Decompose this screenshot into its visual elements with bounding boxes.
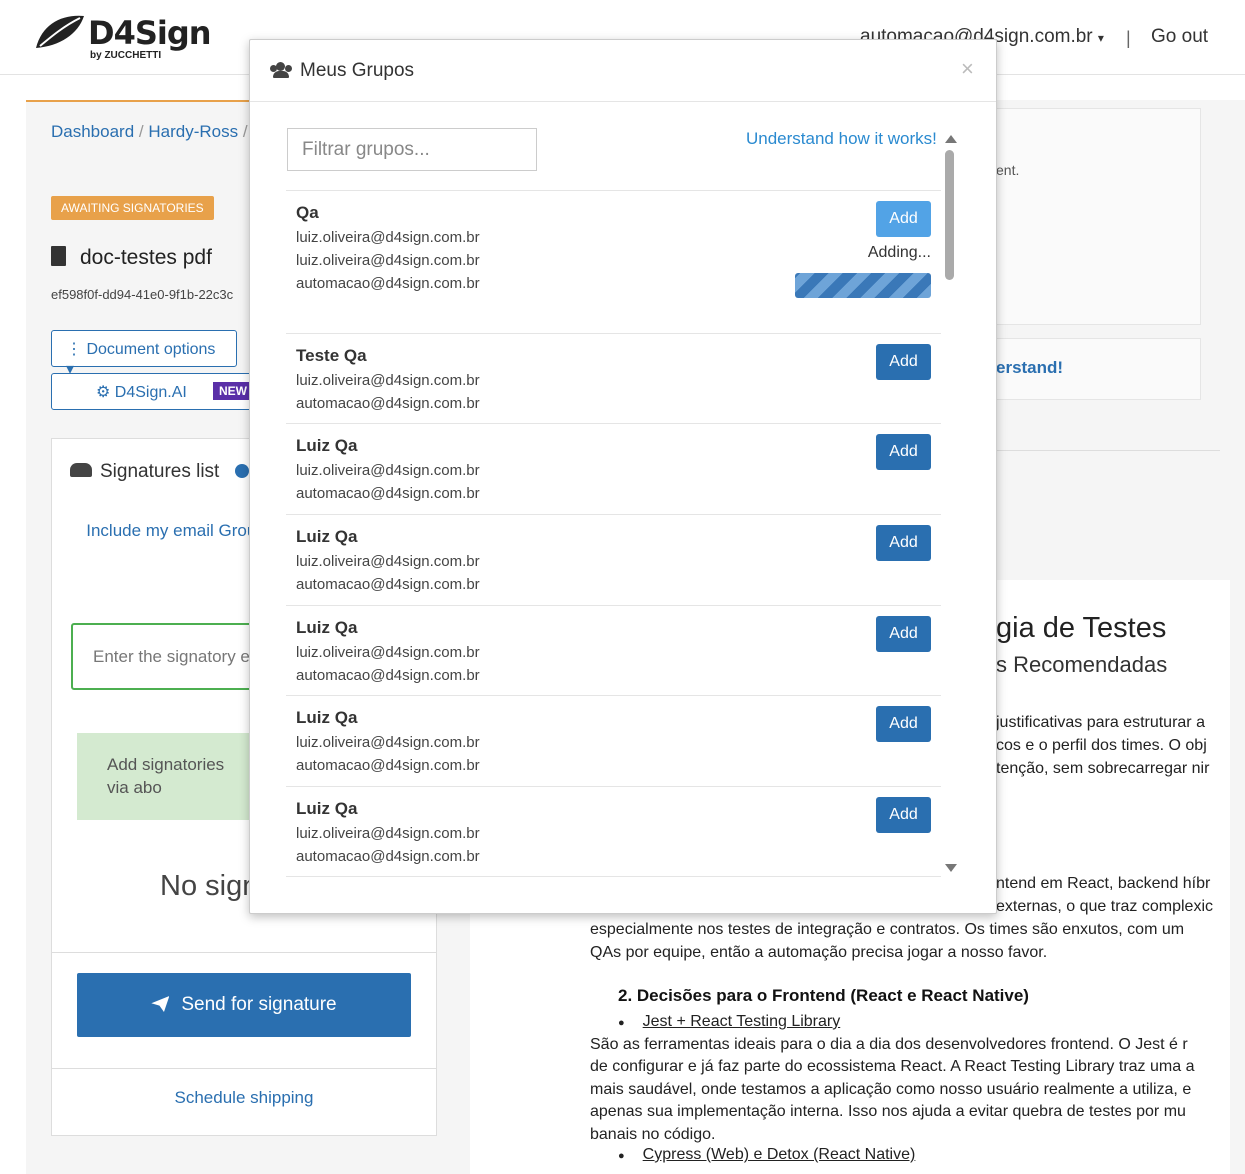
breadcrumb-separator: / bbox=[242, 122, 248, 141]
document-subheading: s Recomendadas bbox=[996, 652, 1168, 677]
send-for-signature-button[interactable]: Send for signature bbox=[77, 973, 411, 1037]
list-item: Qa luiz.oliveira@d4sign.com.br luiz.oliv… bbox=[286, 190, 941, 333]
group-email: luiz.oliveira@d4sign.com.br bbox=[296, 553, 480, 570]
document-paragraph: especialmente nos testes de integração e… bbox=[590, 921, 1185, 961]
group-list: Qa luiz.oliveira@d4sign.com.br luiz.oliv… bbox=[286, 190, 941, 877]
document-heading: gia de Testes bbox=[996, 612, 1167, 644]
document-bullet: ● Cypress (Web) e Detox (React Native) bbox=[618, 1146, 916, 1163]
document-paragraph: São as ferramentas ideais para o dia a d… bbox=[590, 1036, 1195, 1143]
signatory-email-input[interactable]: Enter the signatory e bbox=[71, 623, 261, 690]
group-email: luiz.oliveira@d4sign.com.br bbox=[296, 252, 480, 269]
bullet-icon: ● bbox=[618, 1150, 625, 1162]
divider bbox=[52, 1068, 436, 1069]
play-icon[interactable] bbox=[234, 464, 249, 478]
add-group-button[interactable]: Add bbox=[876, 434, 931, 470]
signatures-title: Signatures list bbox=[70, 461, 249, 483]
document-bullet: ● Jest + React Testing Library bbox=[618, 1013, 841, 1030]
new-badge: NEW bbox=[213, 382, 253, 400]
add-signatories-hint: Add signatories via abo bbox=[77, 733, 257, 820]
add-group-button[interactable]: Add bbox=[876, 616, 931, 652]
group-email: luiz.oliveira@d4sign.com.br bbox=[296, 229, 480, 246]
group-email: luiz.oliveira@d4sign.com.br bbox=[296, 734, 480, 751]
group-email: luiz.oliveira@d4sign.com.br bbox=[296, 644, 480, 661]
close-icon[interactable]: × bbox=[961, 56, 974, 82]
divider bbox=[980, 450, 1220, 451]
scrollbar-thumb[interactable] bbox=[945, 150, 954, 280]
document-text-line: tenção, sem sobrecarregar nir bbox=[996, 760, 1210, 777]
group-name: Luiz Qa bbox=[296, 436, 358, 455]
add-group-button[interactable]: Add bbox=[876, 525, 931, 561]
group-email: luiz.oliveira@d4sign.com.br bbox=[296, 372, 480, 389]
breadcrumb: Dashboard / Hardy-Ross / bbox=[51, 122, 248, 142]
document-text-line: cos e o perfil dos times. O obj bbox=[996, 737, 1207, 754]
d4sign-logo[interactable]: D4Sign by ZUCCHETTI bbox=[34, 12, 214, 64]
add-group-button[interactable]: Add bbox=[876, 706, 931, 742]
leaf-logo-icon bbox=[36, 15, 84, 48]
list-item: Teste Qa luiz.oliveira@d4sign.com.br aut… bbox=[286, 333, 941, 423]
filter-groups-input[interactable] bbox=[287, 128, 537, 171]
breadcrumb-folder[interactable]: Hardy-Ross bbox=[148, 122, 238, 141]
adding-status: Adding... bbox=[867, 244, 931, 261]
document-text-line: externas, o que traz complexic bbox=[996, 898, 1213, 915]
document-text-line: ntend em React, backend híbr bbox=[996, 875, 1211, 892]
add-group-button[interactable]: Add bbox=[876, 344, 931, 380]
list-item: Luiz Qa luiz.oliveira@d4sign.com.br auto… bbox=[286, 514, 941, 605]
list-item: Luiz Qa luiz.oliveira@d4sign.com.br auto… bbox=[286, 695, 941, 786]
kebab-icon: ⋮ bbox=[66, 341, 87, 358]
breadcrumb-separator: / bbox=[138, 122, 144, 141]
group-email: luiz.oliveira@d4sign.com.br bbox=[296, 825, 480, 842]
group-email: automacao@d4sign.com.br bbox=[296, 576, 480, 593]
group-name: Luiz Qa bbox=[296, 618, 358, 637]
progress-bar bbox=[795, 273, 931, 298]
add-group-button[interactable]: Add bbox=[876, 201, 931, 237]
info-card bbox=[980, 108, 1201, 325]
no-signatories-text: No sign bbox=[160, 870, 259, 902]
list-item: Luiz Qa luiz.oliveira@d4sign.com.br auto… bbox=[286, 605, 941, 695]
nav-separator: | bbox=[1126, 28, 1131, 48]
divider bbox=[52, 952, 436, 953]
paper-plane-icon bbox=[151, 996, 170, 1012]
bullet-icon: ● bbox=[618, 1017, 625, 1029]
breadcrumb-dashboard[interactable]: Dashboard bbox=[51, 122, 134, 141]
scroll-down-arrow-icon[interactable] bbox=[945, 864, 957, 872]
group-name: Luiz Qa bbox=[296, 708, 358, 727]
group-email: automacao@d4sign.com.br bbox=[296, 395, 480, 412]
document-options-button[interactable]: ⋮ Document options ▾ bbox=[51, 330, 237, 378]
my-groups-modal: Meus Grupos × Understand how it works! Q… bbox=[249, 39, 997, 914]
brain-icon: ⚙ bbox=[96, 384, 115, 401]
logo-subtitle: by ZUCCHETTI bbox=[90, 50, 162, 61]
document-title: doc-testes pdf bbox=[51, 246, 212, 270]
users-icon bbox=[270, 62, 292, 78]
status-badge: AWAITING SIGNATORIES bbox=[51, 196, 214, 220]
understand-link[interactable]: erstand! bbox=[996, 358, 1063, 378]
document-text-line: justificativas para estruturar a bbox=[996, 714, 1205, 731]
scroll-up-arrow-icon[interactable] bbox=[945, 135, 957, 143]
group-email: automacao@d4sign.com.br bbox=[296, 667, 480, 684]
group-name: Luiz Qa bbox=[296, 799, 358, 818]
info-text: ent. bbox=[996, 162, 1020, 178]
caret-down-icon: ▾ bbox=[1097, 31, 1104, 45]
users-icon bbox=[70, 463, 92, 477]
understand-how-it-works-link[interactable]: Understand how it works! bbox=[746, 129, 937, 149]
include-my-email-group-link[interactable]: Include my email Group bbox=[86, 519, 266, 542]
add-group-button[interactable]: Add bbox=[876, 797, 931, 833]
file-icon bbox=[51, 246, 66, 266]
list-item: Luiz Qa luiz.oliveira@d4sign.com.br auto… bbox=[286, 786, 941, 877]
list-item: Luiz Qa luiz.oliveira@d4sign.com.br auto… bbox=[286, 423, 941, 514]
group-name: Qa bbox=[296, 203, 319, 222]
modal-header: Meus Grupos × bbox=[250, 40, 996, 102]
go-out-link[interactable]: Go out bbox=[1151, 26, 1208, 48]
logo-wordmark: D4Sign bbox=[88, 14, 212, 52]
document-hash: ef598f0f-dd94-41e0-9f1b-22c3c bbox=[51, 287, 234, 302]
modal-title: Meus Grupos bbox=[270, 60, 414, 82]
group-name: Teste Qa bbox=[296, 346, 367, 365]
group-email: automacao@d4sign.com.br bbox=[296, 485, 480, 502]
scrollbar[interactable] bbox=[943, 130, 957, 878]
group-email: automacao@d4sign.com.br bbox=[296, 757, 480, 774]
group-email: automacao@d4sign.com.br bbox=[296, 848, 480, 865]
document-section-heading: 2. Decisões para o Frontend (React e Rea… bbox=[618, 986, 1029, 1005]
group-email: luiz.oliveira@d4sign.com.br bbox=[296, 462, 480, 479]
schedule-shipping-link[interactable]: Schedule shipping bbox=[52, 1088, 436, 1108]
group-name: Luiz Qa bbox=[296, 527, 358, 546]
